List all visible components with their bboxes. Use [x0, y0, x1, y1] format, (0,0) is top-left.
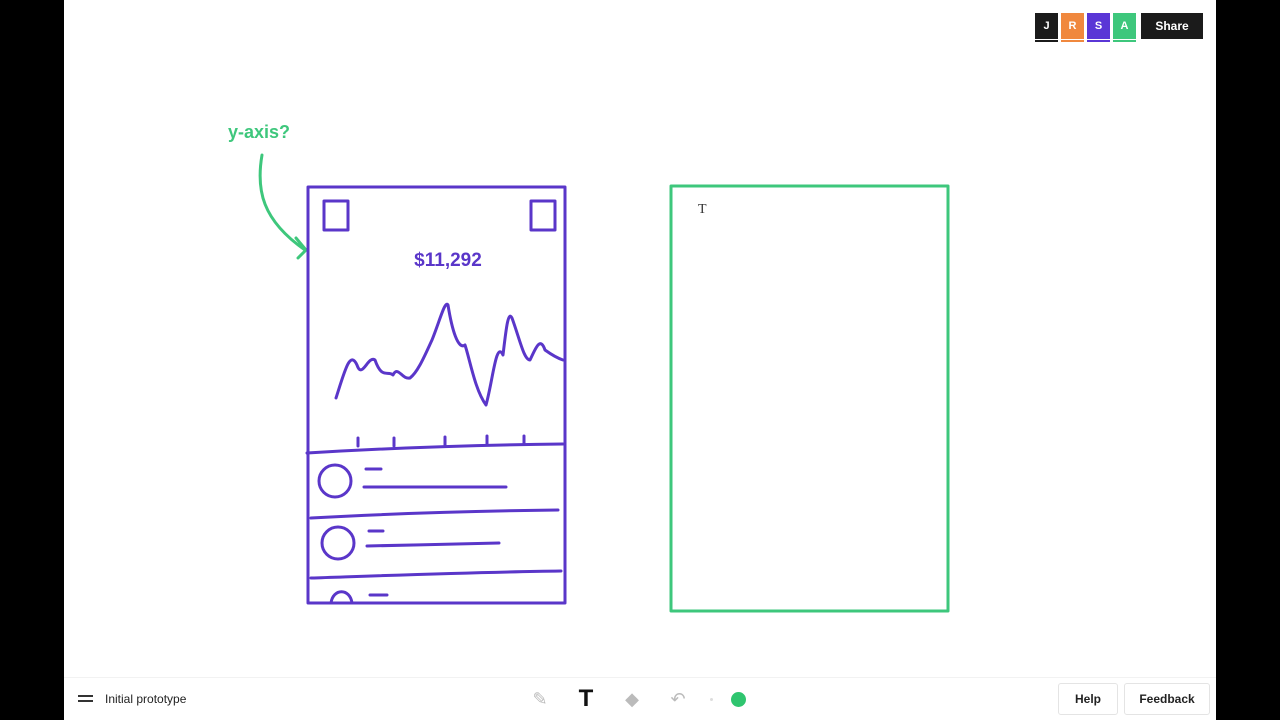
sketch-line-chart — [334, 302, 565, 407]
sketch-icon-left — [322, 199, 350, 232]
help-button[interactable]: Help — [1058, 683, 1118, 715]
avatar-j[interactable]: J — [1035, 13, 1058, 42]
eraser-icon[interactable]: ◆ — [618, 686, 646, 712]
avatar-r[interactable]: R — [1061, 13, 1084, 42]
annotation-text: y-axis? — [228, 122, 290, 142]
bottom-toolbar: Initial prototype ✎ T ◆ ↶ Help Feedback — [64, 677, 1216, 720]
avatar-a[interactable]: A — [1113, 13, 1136, 42]
drawing-canvas[interactable]: y-axis? $11,292 T — [64, 0, 1216, 680]
separator-dot — [710, 697, 713, 701]
sketch-icon-right — [529, 199, 557, 232]
price-label: $11,292 — [414, 250, 482, 271]
share-button[interactable]: Share — [1141, 13, 1203, 39]
collaborators: J R S A Share — [1035, 13, 1203, 42]
avatar-s[interactable]: S — [1087, 13, 1110, 42]
empty-screen-frame[interactable] — [669, 184, 950, 613]
text-cursor: T — [698, 202, 707, 217]
arrow-annotation — [258, 153, 308, 260]
whiteboard-app: y-axis? $11,292 T J R S A Share Initial … — [64, 0, 1216, 720]
feedback-button[interactable]: Feedback — [1124, 683, 1210, 715]
pencil-icon[interactable]: ✎ — [526, 686, 554, 712]
color-picker[interactable] — [731, 691, 746, 707]
document-title[interactable]: Initial prototype — [105, 692, 186, 706]
undo-icon[interactable]: ↶ — [664, 686, 692, 712]
text-icon[interactable]: T — [572, 685, 600, 712]
menu-icon[interactable] — [78, 695, 93, 705]
